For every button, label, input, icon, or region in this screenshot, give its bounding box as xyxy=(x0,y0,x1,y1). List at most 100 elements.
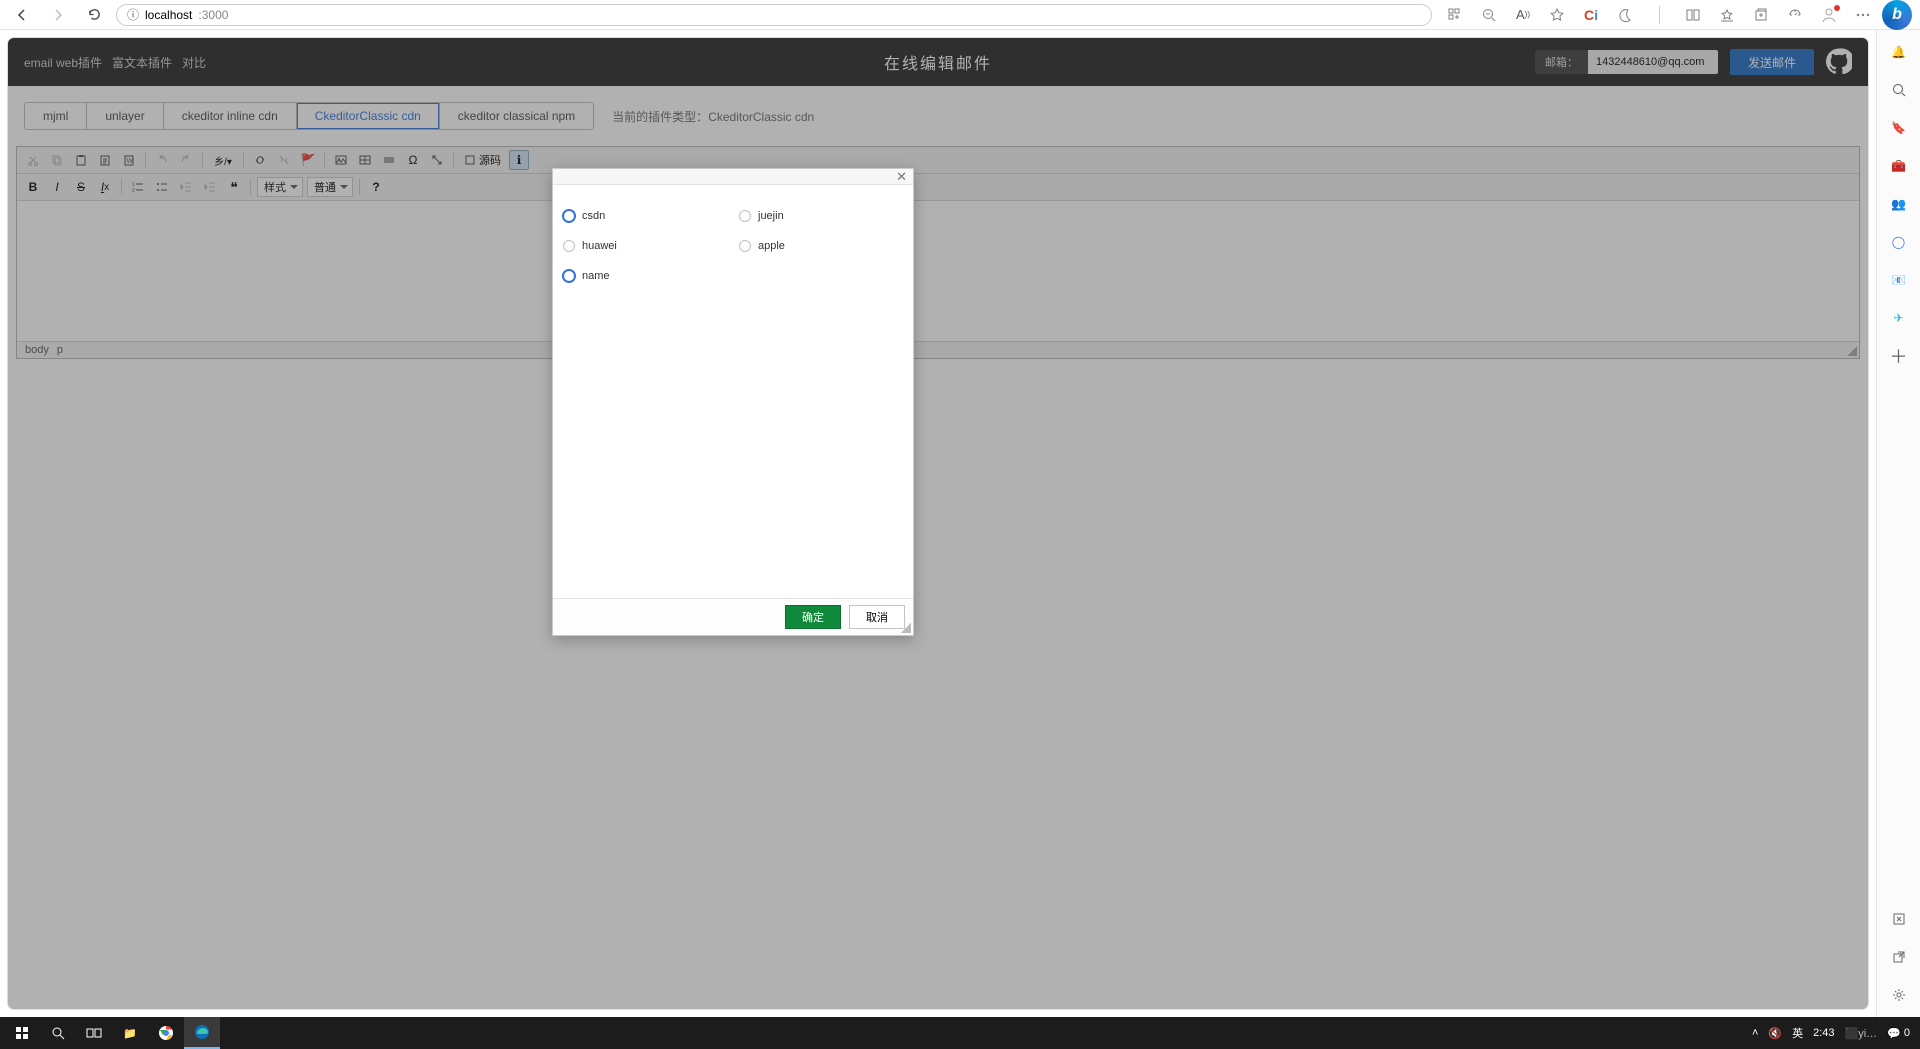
close-icon[interactable]: ✕ xyxy=(896,170,907,183)
bulleted-list-icon[interactable] xyxy=(152,177,172,197)
about-icon[interactable]: ? xyxy=(366,177,386,197)
sidebar-outlook-icon[interactable]: 📧 xyxy=(1883,264,1915,296)
radio-option-huawei[interactable]: huawei xyxy=(563,231,727,261)
element-path[interactable]: p xyxy=(57,344,63,356)
styles-select[interactable]: 样式 xyxy=(257,177,303,197)
bold-icon[interactable]: B xyxy=(23,177,43,197)
favorites-bar-icon[interactable] xyxy=(1712,1,1742,29)
tab-ckeditor-inline-cdn[interactable]: ckeditor inline cdn xyxy=(164,103,297,129)
sidebar-send-icon[interactable]: ✈ xyxy=(1883,302,1915,334)
sidebar-bell-icon[interactable]: 🔔 xyxy=(1883,36,1915,68)
special-char-icon[interactable]: Ω xyxy=(403,150,423,170)
tab-ckeditor-classic-cdn[interactable]: CkeditorClassic cdn xyxy=(297,103,440,129)
radio-option-apple[interactable]: apple xyxy=(739,231,903,261)
tab-ckeditor-classic-npm[interactable]: ckeditor classical npm xyxy=(440,103,593,129)
format-select[interactable]: 普通 xyxy=(307,177,353,197)
radio-label: juejin xyxy=(758,210,784,222)
header-link[interactable]: 富文本插件 xyxy=(112,54,172,71)
forward-button[interactable] xyxy=(44,1,72,29)
sidebar-settings-icon[interactable] xyxy=(1883,979,1915,1011)
sidebar-m365-icon[interactable]: ◯ xyxy=(1883,226,1915,258)
tab-mjml[interactable]: mjml xyxy=(25,103,87,129)
sidebar-add-icon[interactable]: ＋ xyxy=(1883,340,1915,372)
favorite-icon[interactable] xyxy=(1542,1,1572,29)
chrome-icon[interactable] xyxy=(148,1017,184,1049)
radio-icon xyxy=(739,210,751,222)
maximize-icon[interactable] xyxy=(427,150,447,170)
file-explorer-icon[interactable]: 📁 xyxy=(112,1017,148,1049)
sidebar-search-icon[interactable] xyxy=(1883,74,1915,106)
tray-chevron-icon[interactable]: ˄ xyxy=(1752,1027,1758,1039)
copy-icon[interactable] xyxy=(47,150,67,170)
performance-icon[interactable] xyxy=(1780,1,1810,29)
source-button[interactable]: 源码 xyxy=(460,150,505,170)
paste-icon[interactable] xyxy=(71,150,91,170)
indent-icon[interactable] xyxy=(200,177,220,197)
extension-moon-icon[interactable] xyxy=(1610,1,1640,29)
zoom-out-icon[interactable] xyxy=(1474,1,1504,29)
unlink-icon[interactable] xyxy=(274,150,294,170)
spellcheck-icon[interactable]: 乡/▾ xyxy=(209,150,237,170)
address-bar[interactable]: ⓘ localhost:3000 xyxy=(116,4,1432,26)
site-info-icon[interactable]: ⓘ xyxy=(127,6,139,23)
resize-grip-icon[interactable] xyxy=(1847,346,1857,356)
ime-indicator[interactable]: 英 xyxy=(1792,1025,1803,1041)
hr-icon[interactable] xyxy=(379,150,399,170)
radio-option-name[interactable]: name xyxy=(563,261,727,291)
extension-c-icon[interactable]: Ci xyxy=(1576,1,1606,29)
collections-icon[interactable] xyxy=(1746,1,1776,29)
table-icon[interactable] xyxy=(355,150,375,170)
cut-icon[interactable] xyxy=(23,150,43,170)
clock[interactable]: 2:43 xyxy=(1813,1027,1834,1039)
sidebar-tag-icon[interactable]: 🔖 xyxy=(1883,112,1915,144)
read-aloud-icon[interactable]: A)) xyxy=(1508,1,1538,29)
task-view-button[interactable] xyxy=(76,1017,112,1049)
paste-text-icon[interactable] xyxy=(95,150,115,170)
blockquote-icon[interactable]: ❝ xyxy=(224,177,244,197)
back-button[interactable] xyxy=(8,1,36,29)
outdent-icon[interactable] xyxy=(176,177,196,197)
strike-icon[interactable]: S xyxy=(71,177,91,197)
svg-text:W: W xyxy=(127,158,134,165)
header-link[interactable]: email web插件 xyxy=(24,54,102,71)
more-menu-icon[interactable] xyxy=(1848,1,1878,29)
sidebar-tools-icon[interactable] xyxy=(1883,903,1915,935)
paste-word-icon[interactable]: W xyxy=(119,150,139,170)
element-path[interactable]: body xyxy=(25,344,49,356)
editor-content-area[interactable] xyxy=(17,201,1859,341)
image-icon[interactable] xyxy=(331,150,351,170)
cancel-button[interactable]: 取消 xyxy=(849,605,905,629)
search-button[interactable] xyxy=(40,1017,76,1049)
start-button[interactable] xyxy=(4,1017,40,1049)
split-screen-icon[interactable] xyxy=(1678,1,1708,29)
resize-grip-icon[interactable] xyxy=(901,623,911,633)
profile-icon[interactable] xyxy=(1814,1,1844,29)
radio-label: csdn xyxy=(582,210,605,222)
ok-button[interactable]: 确定 xyxy=(785,605,841,629)
header-link[interactable]: 对比 xyxy=(182,54,206,71)
radio-option-csdn[interactable]: csdn xyxy=(563,201,727,231)
apps-icon[interactable] xyxy=(1440,1,1470,29)
send-button[interactable]: 发送邮件 xyxy=(1730,49,1814,75)
volume-mute-icon[interactable]: 🔇 xyxy=(1768,1027,1782,1040)
italic-icon[interactable]: I xyxy=(47,177,67,197)
github-icon[interactable] xyxy=(1826,48,1852,77)
anchor-icon[interactable]: 🚩 xyxy=(298,150,318,170)
remove-format-icon[interactable]: Ix xyxy=(95,177,115,197)
bing-copilot-icon[interactable] xyxy=(1882,1,1912,29)
notification-center[interactable]: 💬0 xyxy=(1887,1027,1910,1040)
user-badge[interactable]: ⬛yi… xyxy=(1845,1027,1878,1040)
edge-icon[interactable] xyxy=(184,1017,220,1049)
numbered-list-icon[interactable]: 12 xyxy=(128,177,148,197)
redo-icon[interactable] xyxy=(176,150,196,170)
undo-icon[interactable] xyxy=(152,150,172,170)
tab-unlayer[interactable]: unlayer xyxy=(87,103,163,129)
help-icon[interactable]: ℹ xyxy=(509,150,529,170)
link-icon[interactable] xyxy=(250,150,270,170)
sidebar-popup-icon[interactable] xyxy=(1883,941,1915,973)
email-field[interactable] xyxy=(1588,50,1718,74)
radio-option-juejin[interactable]: juejin xyxy=(739,201,903,231)
sidebar-people-icon[interactable]: 👥 xyxy=(1883,188,1915,220)
sidebar-briefcase-icon[interactable]: 🧰 xyxy=(1883,150,1915,182)
reload-button[interactable] xyxy=(80,1,108,29)
